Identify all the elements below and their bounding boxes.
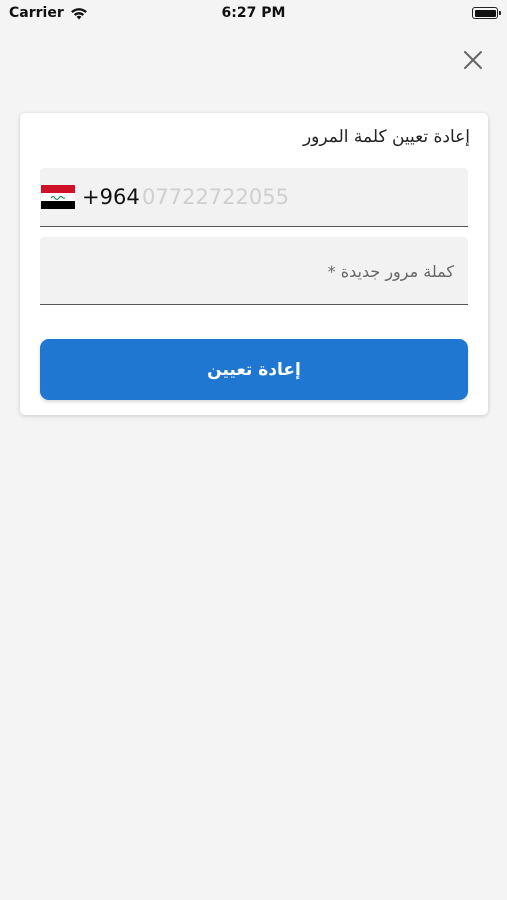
page-title: إعادة تعيين كلمة المرور [302, 127, 470, 147]
flag-stripe-black [41, 201, 75, 209]
phone-input[interactable] [142, 182, 442, 212]
flag-stripe-white [41, 193, 75, 201]
reset-password-card: إعادة تعيين كلمة المرور +964 إعادة تعيين [20, 113, 488, 415]
close-icon[interactable] [461, 48, 485, 72]
password-field[interactable] [40, 237, 468, 305]
status-bar: Carrier 6:27 PM [0, 0, 507, 30]
battery-icon [472, 7, 501, 19]
flag-emblem-icon [50, 195, 65, 200]
flag-stripe-red [41, 185, 75, 193]
status-time: 6:27 PM [221, 5, 286, 21]
new-password-input[interactable] [50, 256, 454, 286]
dial-code[interactable]: +964 [82, 185, 140, 209]
phone-field[interactable]: +964 [40, 168, 468, 227]
iraq-flag-icon[interactable] [41, 185, 75, 209]
reset-button[interactable]: إعادة تعيين [40, 339, 468, 400]
